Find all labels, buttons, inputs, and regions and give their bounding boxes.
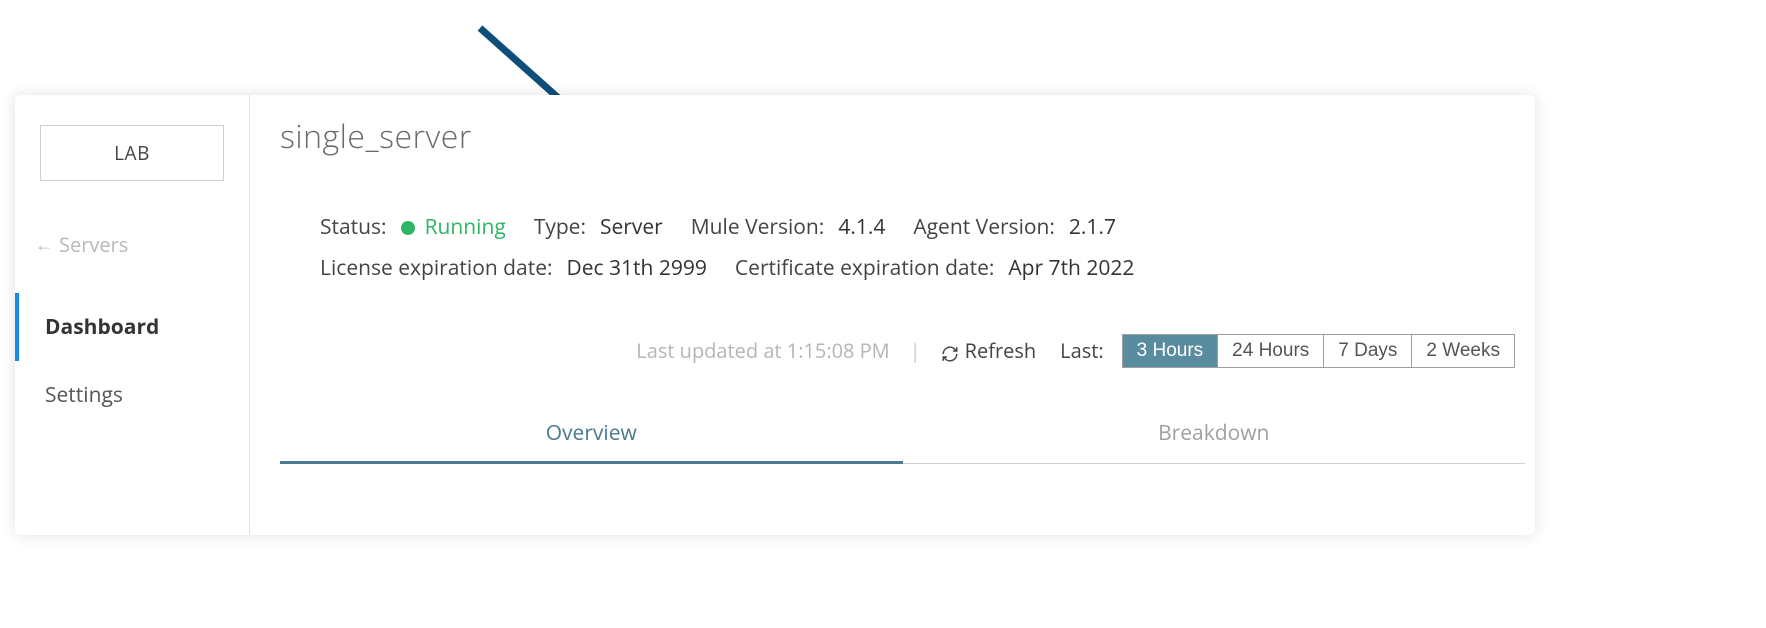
tab-breakdown[interactable]: Breakdown	[903, 403, 1526, 463]
agent-version-label: Agent Version:	[913, 213, 1055, 242]
type-field: Type: Server	[534, 213, 663, 242]
agent-version-field: Agent Version: 2.1.7	[913, 213, 1116, 242]
back-to-servers-link[interactable]: ← Servers	[35, 231, 249, 258]
license-expiration-value: Dec 31th 2999	[567, 254, 707, 283]
last-updated-text: Last updated at 1:15:08 PM	[636, 337, 889, 364]
certificate-expiration-field: Certificate expiration date: Apr 7th 202…	[735, 254, 1135, 283]
page-title: single_server	[280, 115, 1525, 158]
status-dot-icon	[401, 221, 415, 235]
type-value: Server	[600, 213, 663, 242]
certificate-expiration-value: Apr 7th 2022	[1008, 254, 1134, 283]
sidebar-item-dashboard[interactable]: Dashboard	[15, 293, 249, 361]
back-link-label: Servers	[59, 231, 128, 258]
certificate-expiration-label: Certificate expiration date:	[735, 254, 994, 283]
range-2-weeks[interactable]: 2 Weeks	[1412, 335, 1514, 367]
status-field: Status: Running	[320, 213, 506, 242]
dashboard-tabs: Overview Breakdown	[280, 403, 1525, 464]
refresh-icon	[941, 342, 959, 360]
range-7-days[interactable]: 7 Days	[1324, 335, 1412, 367]
type-label: Type:	[534, 213, 586, 242]
time-range-group: 3 Hours 24 Hours 7 Days 2 Weeks	[1122, 334, 1515, 368]
tab-overview[interactable]: Overview	[280, 403, 903, 463]
license-expiration-label: License expiration date:	[320, 254, 553, 283]
main-content: single_server Status: Running Type: Serv…	[250, 95, 1535, 535]
sidebar-item-settings[interactable]: Settings	[15, 361, 249, 429]
mule-version-field: Mule Version: 4.1.4	[691, 213, 886, 242]
range-24-hours[interactable]: 24 Hours	[1218, 335, 1324, 367]
license-expiration-field: License expiration date: Dec 31th 2999	[320, 254, 707, 283]
environment-badge[interactable]: LAB	[40, 125, 224, 181]
agent-version-value: 2.1.7	[1069, 213, 1116, 242]
mule-version-label: Mule Version:	[691, 213, 825, 242]
dashboard-toolbar: Last updated at 1:15:08 PM | Refresh Las…	[280, 334, 1525, 368]
status-label: Status:	[320, 213, 387, 242]
server-info: Status: Running Type: Server Mule Versio…	[320, 213, 1525, 284]
refresh-label: Refresh	[965, 337, 1037, 364]
range-3-hours[interactable]: 3 Hours	[1123, 335, 1219, 367]
arrow-left-icon: ←	[35, 233, 53, 257]
sidebar: LAB ← Servers Dashboard Settings	[15, 95, 250, 535]
status-value: Running	[425, 213, 506, 242]
app-container: LAB ← Servers Dashboard Settings single_…	[15, 95, 1535, 535]
mule-version-value: 4.1.4	[838, 213, 885, 242]
time-range-label: Last:	[1060, 337, 1103, 364]
info-row-2: License expiration date: Dec 31th 2999 C…	[320, 254, 1525, 283]
toolbar-divider: |	[910, 337, 921, 364]
refresh-button[interactable]: Refresh	[941, 337, 1037, 364]
info-row-1: Status: Running Type: Server Mule Versio…	[320, 213, 1525, 242]
